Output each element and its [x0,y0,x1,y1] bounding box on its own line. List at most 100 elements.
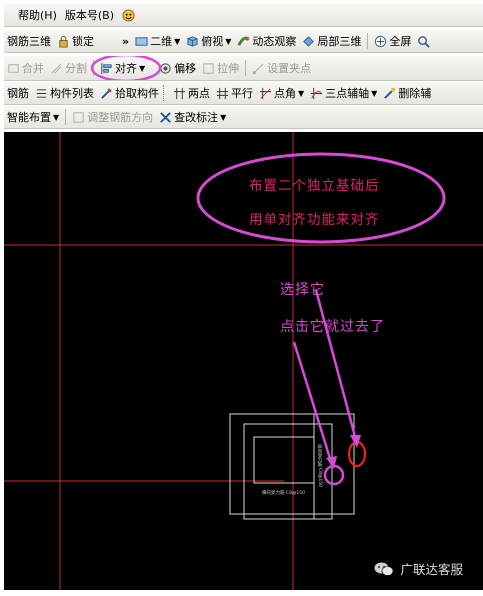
annotation-select-it: 选择它 [280,282,325,298]
chevron-down-icon[interactable]: ▼ [371,89,377,98]
annotation-icon [160,111,171,123]
lock-button[interactable]: 锁定 [54,32,97,50]
view-2d-label: 二维 [150,35,173,48]
two-points-label: 两点 [188,87,210,100]
set-grip-button[interactable]: 设置夹点 [249,59,314,77]
lock-icon [59,35,68,48]
chevron-down-icon[interactable]: ▼ [53,113,59,122]
stretch-icon [203,62,214,74]
set-grip-label: 设置夹点 [267,62,312,75]
parallel-label: 平行 [231,87,253,100]
toolbar-divider [245,60,247,76]
merge-icon [8,63,19,73]
lock-label: 锁定 [72,35,94,48]
two-points-icon [173,87,186,99]
foundation-outer [229,413,355,515]
toolbar-overflow[interactable]: » [119,32,132,50]
top-view-button[interactable]: 俯视 ▼ [183,32,234,50]
chevron-down-icon[interactable]: ▼ [298,89,304,98]
cad-label-horizontal: 横向受力筋 C8@150 [262,491,306,496]
split-icon [51,63,62,73]
merge-label: 合并 [22,62,44,75]
callout-ellipse [196,152,446,244]
wechat-icon [374,562,394,576]
callout-line-2: 用单对齐功能来对齐 [249,212,380,228]
eraser-icon [384,87,396,99]
adjust-rebar-direction-button[interactable]: 调整钢筋方向 [69,108,156,126]
two-points-button[interactable]: 两点 [170,84,213,102]
adjust-direction-icon [73,111,84,123]
check-annotation-label: 查改标注 [174,111,219,124]
rebar-label: 钢筋 [7,87,29,100]
watermark: 广联达客服 [374,559,463,578]
chevron-down-icon[interactable]: ▼ [174,37,180,46]
smart-layout-button[interactable]: 智能布置 ▼ [4,108,62,126]
window-bottom-edge [0,590,483,596]
split-button[interactable]: 分割 [47,59,90,77]
smiley-icon[interactable] [118,6,141,24]
cube-icon [187,35,198,47]
split-label: 分割 [65,62,87,75]
delete-axis-button[interactable]: 删除辅 [380,84,434,102]
list-icon [36,88,47,98]
menu-bar: 帮助(H) 版本号(B) [4,4,483,27]
adjust-rebar-direction-label: 调整钢筋方向 [87,111,154,124]
point-angle-icon [259,87,272,99]
point-angle-button[interactable]: 点角 ▼ [256,84,307,102]
component-list-label: 构件列表 [50,87,94,100]
toolbar-divider [367,33,369,49]
offset-button[interactable]: 偏移 [156,59,199,77]
toolbar-modify: 合并 分割 对齐 ▼ 偏移 拉伸 设置夹点 [4,56,483,81]
align-highlight-ellipse [90,56,162,80]
delete-axis-label: 删除辅 [398,87,432,100]
toolbar-view: 钢筋三维 锁定 » 二维 ▼ 俯视 ▼ 动态观察 局部三维 全屏 [4,30,483,53]
rebar-button[interactable]: 钢筋 [4,84,32,102]
toolbar-rebar-tools: 智能布置 ▼ 调整钢筋方向 查改标注 ▼ [4,106,483,129]
local-3d-icon [303,35,315,47]
foundation-inner [253,436,315,484]
arrow-line [314,289,359,445]
stretch-button[interactable]: 拉伸 [199,59,242,77]
three-point-axis-icon [311,87,323,99]
cad-drawing [4,132,483,590]
2d-view-icon [135,36,148,46]
stretch-label: 拉伸 [217,62,240,75]
arrow-line [292,341,334,466]
menu-help[interactable]: 帮助(H) [14,6,61,24]
chevron-down-icon[interactable]: ▼ [220,113,226,122]
zoom-icon[interactable] [414,32,435,50]
smart-layout-label: 智能布置 [7,111,51,124]
watermark-text: 广联达客服 [400,562,463,577]
top-view-label: 俯视 [201,35,224,48]
three-point-axis-label: 三点辅轴 [325,87,370,100]
toolbar-grip[interactable] [163,85,167,101]
cad-label-vertical: 纵向受力筋 C8@150 [317,444,322,488]
menu-version[interactable]: 版本号(B) [61,6,118,24]
align-button[interactable]: 对齐 ▼ [90,56,162,80]
orbit-icon [238,36,250,46]
check-annotation-button[interactable]: 查改标注 ▼ [156,108,229,126]
local-3d-button[interactable]: 局部三维 [299,32,364,50]
fullscreen-button[interactable]: 全屏 [371,32,414,50]
three-point-axis-button[interactable]: 三点辅轴 ▼ [307,84,380,102]
parallel-button[interactable]: 平行 [213,84,256,102]
toolbar-divider [65,109,67,125]
rebar-3d-label: 钢筋三维 [7,35,51,48]
callout-line-1: 布置二个独立基础后 [249,178,380,194]
dynamic-orbit-button[interactable]: 动态观察 [234,32,299,50]
offset-label: 偏移 [174,62,197,75]
merge-button[interactable]: 合并 [4,59,47,77]
drawing-canvas[interactable]: 布置二个独立基础后 用单对齐功能来对齐 选择它 点击它就过去了 横向受力筋 C8… [4,132,483,590]
component-list-button[interactable]: 构件列表 [32,84,97,102]
rebar-3d-button[interactable]: 钢筋三维 [4,32,54,50]
dynamic-orbit-label: 动态观察 [252,35,297,48]
point-angle-label: 点角 [274,87,296,100]
toolbar-components: 钢筋 构件列表 拾取构件 两点 平行 点角 ▼ 三点辅轴 ▼ 删除辅 [4,82,483,105]
local-3d-label: 局部三维 [317,35,362,48]
parallel-icon [216,87,229,99]
pick-component-button[interactable]: 拾取构件 [97,84,162,102]
view-2d-button[interactable]: 二维 ▼ [132,32,183,50]
chevron-down-icon[interactable]: ▼ [225,37,231,46]
grip-icon [253,63,264,74]
pick-icon [101,87,112,99]
